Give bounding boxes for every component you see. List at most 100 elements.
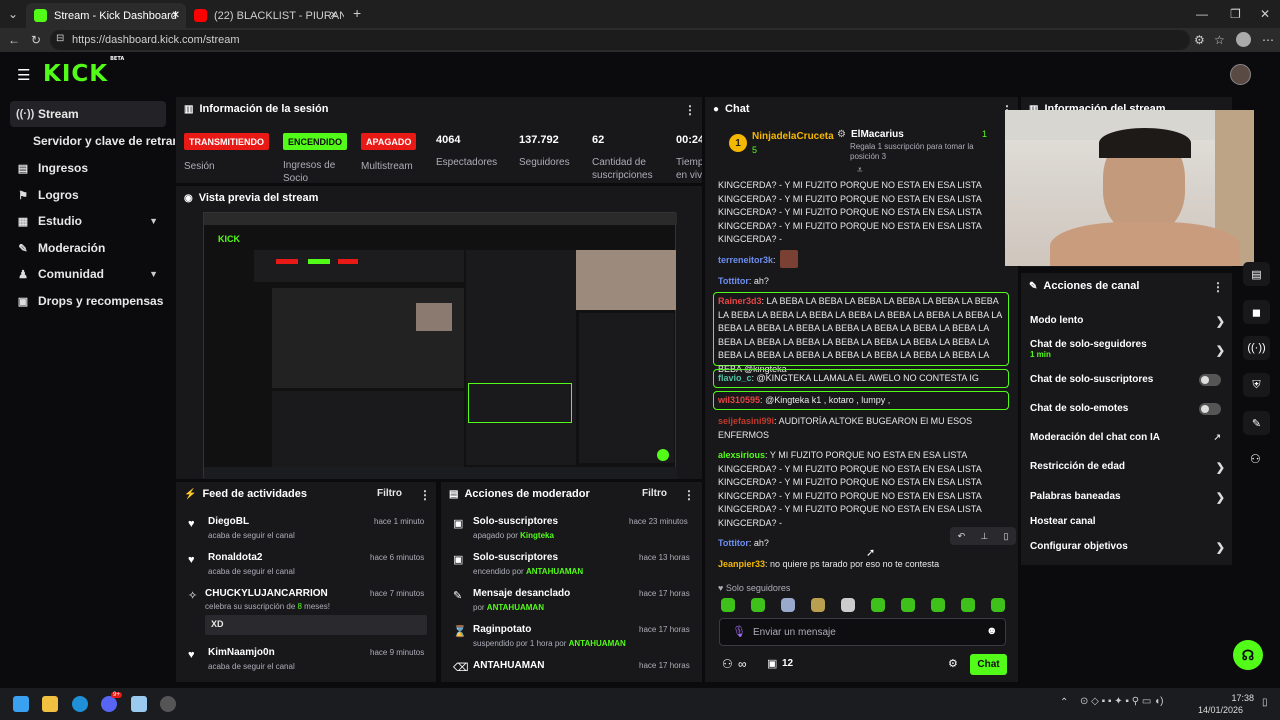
emote-button[interactable]	[811, 598, 825, 612]
refresh-icon[interactable]: ↻	[31, 34, 41, 46]
notes-icon[interactable]: ▤	[1243, 262, 1270, 286]
trash-icon[interactable]: ▯	[1003, 531, 1008, 542]
emote-button[interactable]	[841, 598, 855, 612]
second-gifter-name[interactable]: ElMacarius	[851, 129, 904, 140]
emoji-icon[interactable]: ☻	[986, 625, 998, 637]
action-emotes-only[interactable]: Chat de solo-emotes	[1030, 403, 1225, 417]
file-explorer-icon[interactable]	[42, 696, 58, 712]
emote-button[interactable]	[751, 598, 765, 612]
chat-username[interactable]: seijefasini99i	[718, 416, 774, 426]
hamburger-menu-icon[interactable]: ☰	[17, 66, 30, 84]
profile-avatar[interactable]	[1236, 32, 1251, 47]
tab-list-icon[interactable]: ⌄	[8, 8, 18, 20]
chat-username[interactable]: Rainer3d3	[718, 296, 762, 306]
action-slow-mode[interactable]: Modo lento ❯	[1030, 315, 1225, 329]
top-gifter-name[interactable]: NinjadelaCruceta	[752, 131, 834, 142]
feed-username: KimNaamjo0n	[208, 647, 275, 658]
sidebar-item-stream[interactable]: ((·)) Stream	[10, 101, 166, 127]
sidebar-item-estudio[interactable]: ▦ Estudio ▼	[10, 208, 166, 234]
tab-youtube[interactable]: (22) BLACKLIST - PIURANO 27(PR ✕	[186, 3, 344, 28]
emote-button[interactable]	[991, 598, 1005, 612]
kebab-menu-icon[interactable]: ⋮	[684, 103, 696, 117]
notepad-icon[interactable]	[131, 696, 147, 712]
emote-button[interactable]	[781, 598, 795, 612]
sidebar-item-drops[interactable]: ▣ Drops y recompensas	[10, 288, 166, 314]
minimize-icon[interactable]: —	[1196, 8, 1208, 20]
filter-button[interactable]: Filtro	[642, 488, 667, 499]
emotes-only-toggle[interactable]	[1199, 403, 1221, 415]
gift-icon[interactable]: ▣	[767, 657, 777, 670]
people-icon[interactable]: ⚇	[1250, 452, 1261, 466]
sidebar-item-ingresos[interactable]: ▤ Ingresos	[10, 155, 166, 181]
filter-button[interactable]: Filtro	[377, 488, 402, 499]
chat-username[interactable]: wil310595	[718, 395, 760, 405]
people-icon[interactable]: ⚇	[722, 657, 733, 671]
moderation-icon[interactable]: ⛨	[1243, 373, 1270, 397]
stream-preview-video[interactable]: KICK	[203, 212, 677, 479]
tab-kick-dashboard[interactable]: Stream - Kick Dashboard ✕	[26, 3, 186, 28]
window-close-icon[interactable]: ✕	[1260, 8, 1270, 20]
browser-menu-icon[interactable]: ⋯	[1262, 34, 1274, 46]
obs-icon[interactable]	[160, 696, 176, 712]
site-info-icon[interactable]: ⊟	[56, 34, 64, 44]
wrench-icon[interactable]: ✎	[1243, 411, 1270, 435]
subscribers-only-toggle[interactable]	[1199, 374, 1221, 386]
edge-browser-icon[interactable]	[72, 696, 88, 712]
action-followers-only[interactable]: Chat de solo-seguidores ❯ 1 min	[1030, 339, 1225, 363]
collapse-icon[interactable]: ⩡	[857, 165, 863, 176]
clock-time[interactable]: 17:38	[1222, 693, 1254, 703]
help-chat-button[interactable]: ☊	[1233, 640, 1263, 670]
preview-actions	[579, 313, 674, 463]
extensions-icon[interactable]: ⚙	[1194, 34, 1205, 46]
send-chat-button[interactable]: Chat	[970, 654, 1007, 675]
sidebar-item-moderacion[interactable]: ✎ Moderación	[10, 235, 166, 261]
emote-button[interactable]	[721, 598, 735, 612]
chat-username[interactable]: Tottitor	[718, 276, 749, 286]
chat-input[interactable]: 🎙 Enviar un mensaje ☻	[719, 618, 1006, 646]
emote-button[interactable]	[901, 598, 915, 612]
chat-username[interactable]: flavio_c	[718, 373, 752, 383]
maximize-icon[interactable]: ❐	[1230, 8, 1241, 20]
chat-username[interactable]: terreneitor3k	[718, 255, 773, 265]
kebab-menu-icon[interactable]: ⋮	[683, 488, 695, 502]
notifications-icon[interactable]: ▯	[1262, 697, 1268, 708]
chat-icon[interactable]: ◼	[1243, 300, 1270, 324]
discord-icon[interactable]	[101, 696, 117, 712]
back-icon[interactable]: ←	[8, 34, 20, 46]
close-tab-icon[interactable]: ✕	[330, 10, 338, 21]
action-age-restriction[interactable]: Restricción de edad ❯	[1030, 461, 1225, 475]
sidebar-item-comunidad[interactable]: ♟ Comunidad ▼	[10, 261, 166, 287]
favorites-icon[interactable]: ☆	[1214, 34, 1225, 46]
kick-logo[interactable]: KICKBETA	[43, 56, 124, 87]
microphone-icon[interactable]: 🎙	[732, 625, 746, 638]
emote-button[interactable]	[871, 598, 885, 612]
chat-username[interactable]: alexsirious	[718, 450, 765, 460]
sidebar-item-logros[interactable]: ⚑ Logros	[10, 182, 166, 208]
kebab-menu-icon[interactable]: ⋮	[1212, 280, 1224, 294]
action-host-channel[interactable]: Hostear canal	[1030, 516, 1225, 530]
stream-icon: ((·))	[16, 108, 35, 120]
action-ai-moderation[interactable]: Moderación del chat con IA ↗	[1030, 432, 1225, 446]
new-tab-button[interactable]: +	[353, 6, 361, 20]
chat-username[interactable]: Tottitor	[718, 538, 749, 548]
url-field[interactable]: ⊟ https://dashboard.kick.com/stream	[50, 30, 1190, 50]
broadcast-icon[interactable]: ((·))	[1243, 336, 1270, 360]
action-configure-goals[interactable]: Configurar objetivos ❯	[1030, 541, 1225, 555]
chat-message: Tottitor: ah?	[718, 276, 769, 286]
chat-username[interactable]: Jeanpier33	[718, 559, 765, 569]
emote-button[interactable]	[931, 598, 945, 612]
action-subscribers-only[interactable]: Chat de solo-suscriptores	[1030, 374, 1225, 388]
emote-button[interactable]	[961, 598, 975, 612]
windows-start-icon[interactable]	[13, 696, 29, 712]
sidebar-item-server-key[interactable]: Servidor y clave de retransmisión	[27, 128, 175, 154]
clock-date[interactable]: 14/01/2026	[1198, 705, 1243, 715]
action-banned-words[interactable]: Palabras baneadas ❯	[1030, 491, 1225, 505]
tray-chevron-icon[interactable]: ⌃	[1060, 697, 1068, 708]
close-tab-icon[interactable]: ✕	[172, 10, 180, 21]
reply-icon[interactable]: ↶	[958, 531, 966, 542]
kebab-menu-icon[interactable]: ⋮	[419, 488, 431, 502]
pin-icon[interactable]: ⊥	[980, 531, 988, 542]
settings-icon[interactable]: ⚙	[948, 657, 958, 670]
user-avatar[interactable]	[1230, 64, 1251, 85]
chat-message: flavio_c: @KINGTEKA LLAMALA EL AWELO NO …	[718, 373, 979, 383]
